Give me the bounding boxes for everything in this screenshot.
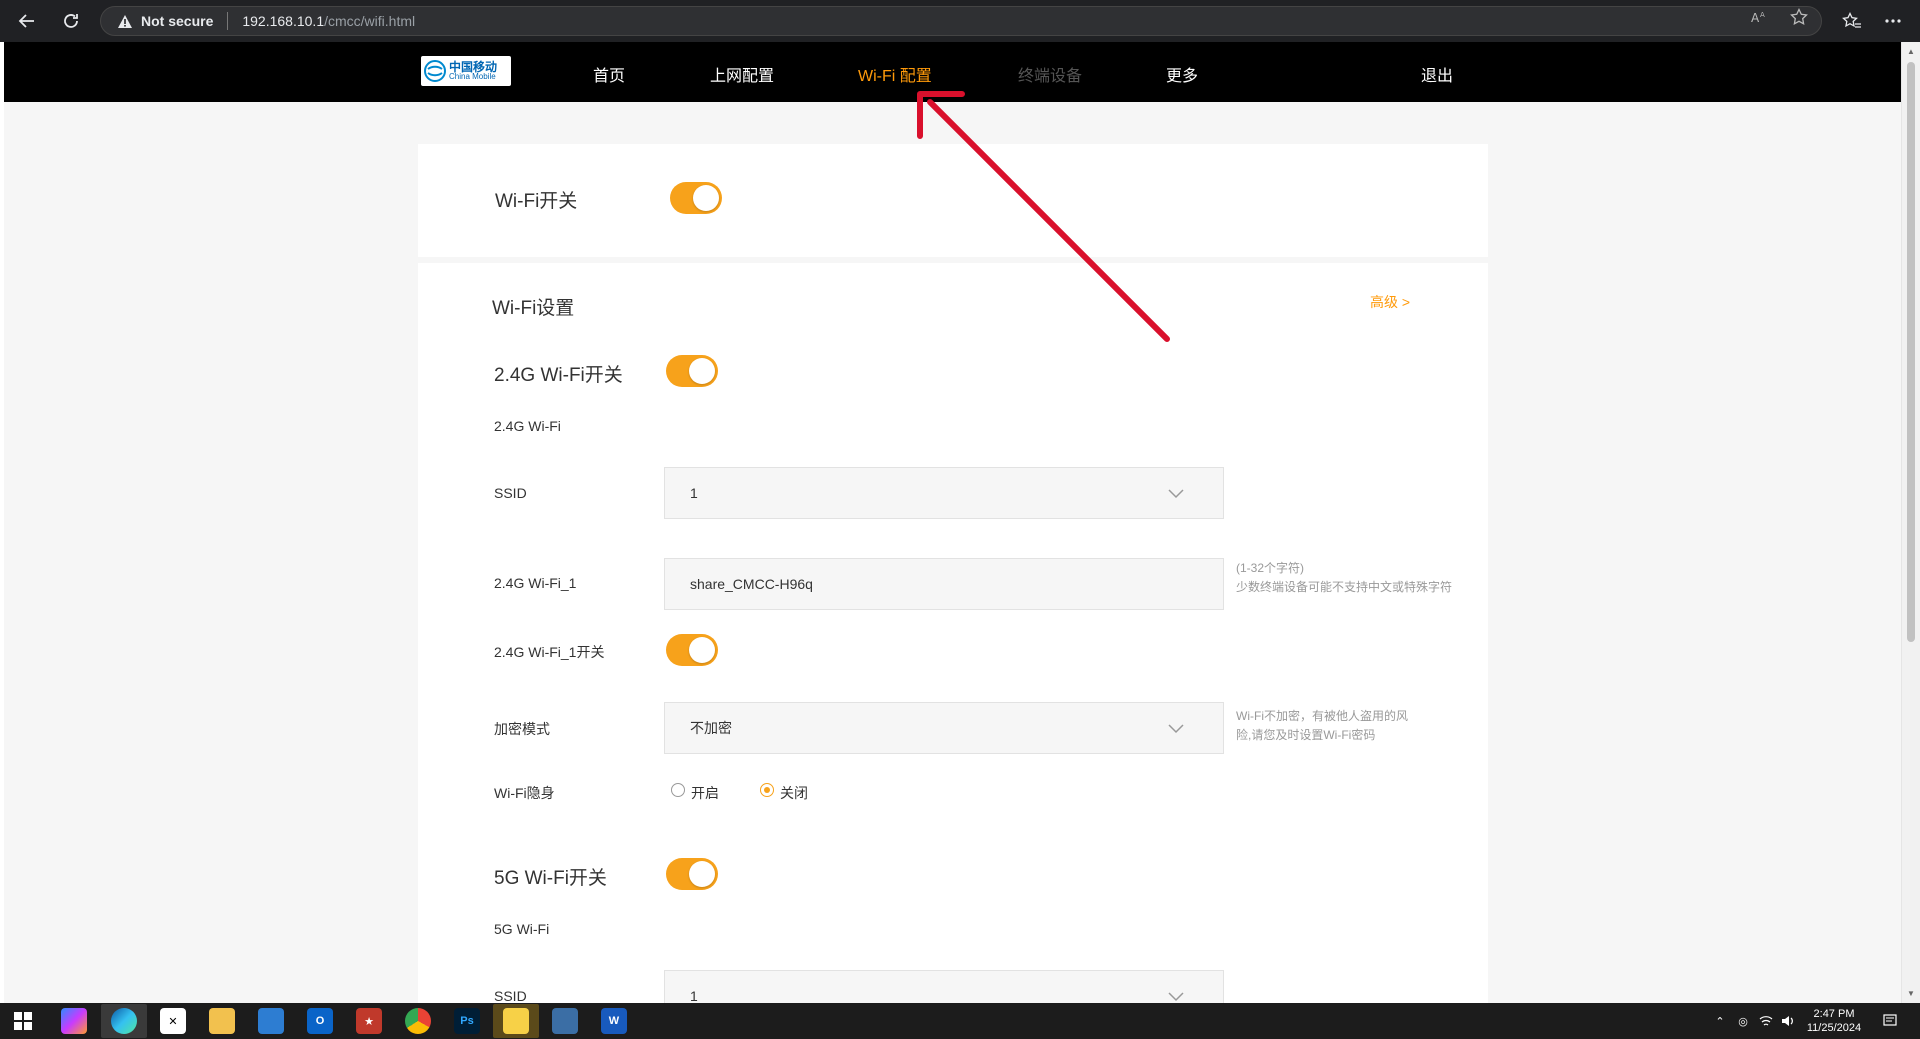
band24-sub-switch-toggle[interactable]	[666, 634, 718, 666]
windows-start-icon[interactable]	[10, 1008, 36, 1034]
security-label: Not secure	[141, 13, 214, 29]
address-divider	[227, 12, 229, 30]
wifi-master-label: Wi-Fi开关	[495, 191, 578, 212]
nav-wifi-config[interactable]: Wi-Fi 配置	[858, 62, 932, 86]
edge-browser-icon[interactable]	[111, 1008, 137, 1034]
warning-icon	[118, 14, 132, 28]
nav-more[interactable]: 更多	[1166, 62, 1198, 86]
band24-ssid-select[interactable]: 1	[664, 467, 1224, 519]
band24-encryption-label: 加密模式	[494, 721, 550, 737]
band24-encryption-hint-line2: 险,请您及时设置Wi-Fi密码	[1236, 728, 1376, 742]
nav-internet-config[interactable]: 上网配置	[710, 62, 774, 86]
band24-sub-switch-label: 2.4G Wi-Fi_1开关	[494, 644, 605, 660]
band24-hidden-label: Wi-Fi隐身	[494, 785, 555, 801]
band24-hidden-off-label[interactable]: 关闭	[780, 783, 808, 803]
reload-icon[interactable]	[58, 8, 84, 34]
microsoft-store-icon[interactable]	[258, 1008, 284, 1034]
band24-name-hint: (1-32个字符) 少数终端设备可能不支持中文或特殊字符	[1236, 559, 1452, 597]
app-window-icon[interactable]	[552, 1008, 578, 1034]
page-viewport: 中国移动 China Mobile 首页 上网配置 Wi-Fi 配置 终端设备 …	[4, 42, 1901, 1003]
band24-ssid-name-value: share_CMCC-H96q	[690, 576, 813, 592]
logo-english-text: China Mobile	[449, 72, 496, 81]
windows-taskbar: ✕ O ★ Ps W ⌃ ◎ 2:47 PM 11/25/2024	[0, 1003, 1920, 1039]
scroll-down-icon[interactable]: ▼	[1906, 988, 1916, 998]
band5-switch-label: 5G Wi-Fi开关	[494, 868, 607, 889]
band5-switch-toggle[interactable]	[666, 858, 718, 890]
tray-app-icon[interactable]: ◎	[1735, 1013, 1751, 1029]
chevron-down-icon	[1168, 489, 1184, 499]
taskbar-clock[interactable]: 2:47 PM 11/25/2024	[1790, 1007, 1878, 1035]
band24-hidden-on-label[interactable]: 开启	[691, 783, 719, 803]
band24-hidden-on-radio[interactable]	[671, 783, 685, 797]
browser-toolbar: Not secure 192.168.10.1/cmcc/wifi.html A…	[0, 0, 1920, 42]
wifi-tray-icon[interactable]	[1758, 1013, 1774, 1029]
favorites-icon[interactable]	[1840, 9, 1864, 33]
clock-date: 11/25/2024	[1806, 1022, 1862, 1034]
sticky-notes-icon[interactable]	[503, 1008, 529, 1034]
band24-switch-toggle[interactable]	[666, 355, 718, 387]
scroll-up-icon[interactable]: ▲	[1906, 46, 1916, 56]
address-bar[interactable]: Not secure 192.168.10.1/cmcc/wifi.html	[100, 6, 1822, 36]
back-icon[interactable]	[14, 8, 40, 34]
band24-ssid-name-label: 2.4G Wi-Fi_1	[494, 575, 577, 591]
outlook-icon[interactable]: O	[307, 1008, 333, 1034]
file-explorer-icon[interactable]	[209, 1008, 235, 1034]
app-red-icon[interactable]: ★	[356, 1008, 382, 1034]
url-path: /cmcc/wifi.html	[324, 13, 416, 29]
band24-ssid-name-input[interactable]: share_CMCC-H96q	[664, 558, 1224, 610]
wifi-settings-title: Wi-Fi设置	[492, 298, 575, 319]
url-host: 192.168.10.1	[242, 13, 325, 29]
band24-name-hint-line1: (1-32个字符)	[1236, 561, 1305, 575]
router-top-nav: 中国移动 China Mobile 首页 上网配置 Wi-Fi 配置 终端设备 …	[4, 42, 1901, 102]
svg-text:A: A	[1760, 11, 1765, 19]
capcut-icon[interactable]: ✕	[160, 1008, 186, 1034]
logout-link[interactable]: 退出	[1421, 62, 1453, 86]
band24-encryption-select[interactable]: 不加密	[664, 702, 1224, 754]
nav-home[interactable]: 首页	[593, 62, 625, 86]
tray-chevron-up-icon[interactable]: ⌃	[1712, 1013, 1728, 1029]
band24-ssid-value: 1	[690, 485, 698, 501]
page-scrollbar[interactable]: ▲ ▼	[1901, 42, 1920, 1003]
china-mobile-logo[interactable]: 中国移动 China Mobile	[421, 56, 511, 86]
china-mobile-emblem-icon	[424, 60, 446, 82]
security-indicator[interactable]: Not secure	[117, 13, 213, 29]
wifi-settings-card: Wi-Fi设置 高级 > 2.4G Wi-Fi开关 2.4G Wi-Fi SSI…	[418, 263, 1488, 1003]
wifi-master-card: Wi-Fi开关	[418, 144, 1488, 257]
band24-switch-label: 2.4G Wi-Fi开关	[494, 365, 623, 386]
photoshop-icon[interactable]: Ps	[454, 1008, 480, 1034]
band24-name-hint-line2: 少数终端设备可能不支持中文或特殊字符	[1236, 580, 1453, 594]
band24-encryption-hint-line1: Wi-Fi不加密，有被他人盗用的风	[1236, 709, 1408, 723]
chrome-icon[interactable]	[405, 1008, 431, 1034]
band5-ssid-label: SSID	[494, 988, 527, 1003]
scroll-thumb[interactable]	[1907, 62, 1915, 642]
band24-hidden-off-radio[interactable]	[760, 783, 774, 797]
more-menu-icon[interactable]	[1881, 9, 1905, 33]
wifi-master-toggle[interactable]	[670, 182, 722, 214]
band5-ssid-value: 1	[690, 988, 698, 1003]
chevron-down-icon	[1168, 992, 1184, 1002]
band5-section-label: 5G Wi-Fi	[494, 921, 550, 937]
copilot-icon[interactable]	[61, 1008, 87, 1034]
favorite-star-icon[interactable]	[1788, 6, 1810, 28]
svg-text:A: A	[1751, 11, 1760, 24]
band5-ssid-select[interactable]: 1	[664, 970, 1224, 1003]
band24-ssid-label: SSID	[494, 485, 527, 501]
band24-section-label: 2.4G Wi-Fi	[494, 418, 561, 434]
notifications-icon[interactable]	[1882, 1013, 1898, 1029]
nav-terminal-devices[interactable]: 终端设备	[1018, 62, 1082, 86]
band24-encryption-hint: Wi-Fi不加密，有被他人盗用的风 险,请您及时设置Wi-Fi密码	[1236, 707, 1408, 745]
word-icon[interactable]: W	[601, 1008, 627, 1034]
chevron-down-icon	[1168, 724, 1184, 734]
clock-time: 2:47 PM	[1813, 1008, 1855, 1020]
band24-encryption-value: 不加密	[690, 720, 732, 736]
advanced-link[interactable]: 高级 >	[1370, 292, 1410, 312]
read-aloud-icon[interactable]: AA	[1748, 6, 1770, 28]
